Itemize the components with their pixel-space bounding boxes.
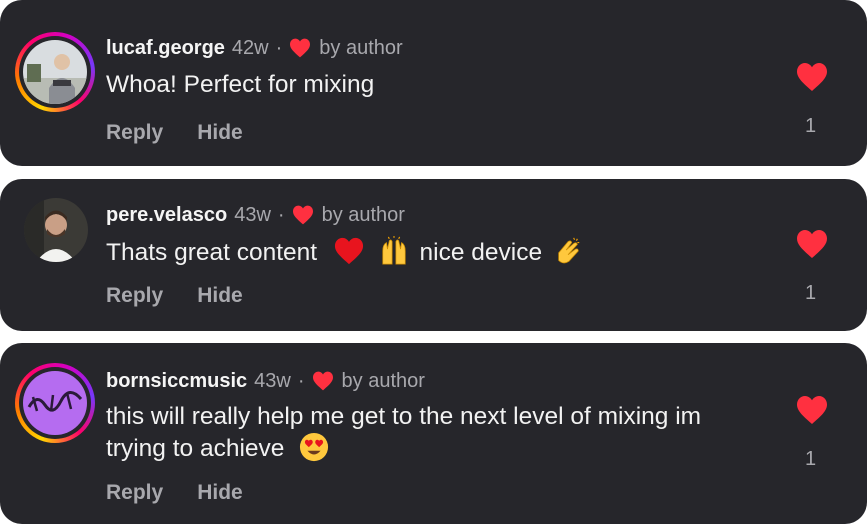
hide-button[interactable]: Hide bbox=[197, 284, 243, 308]
liked-by-author-label: by author bbox=[341, 370, 425, 392]
avatar bbox=[23, 40, 87, 104]
comment-text-part: this will really help me get to the next… bbox=[106, 403, 702, 462]
like-count: 1 bbox=[805, 115, 817, 137]
username[interactable]: lucaf.george bbox=[106, 36, 225, 60]
comment-text-part: nice device bbox=[419, 239, 543, 266]
username[interactable]: pere.velasco bbox=[106, 203, 227, 227]
like-heart-icon[interactable] bbox=[796, 395, 828, 425]
timestamp: 43w bbox=[234, 204, 271, 226]
comment-actions: Reply Hide bbox=[106, 284, 243, 308]
comment-card: bornsiccmusic 43w · by author this will … bbox=[0, 343, 867, 524]
reply-button[interactable]: Reply bbox=[106, 481, 163, 505]
avatar-story-ring[interactable] bbox=[15, 363, 95, 443]
username[interactable]: bornsiccmusic bbox=[106, 369, 247, 393]
separator: · bbox=[297, 370, 305, 392]
reply-button[interactable]: Reply bbox=[106, 284, 163, 308]
red-heart-emoji-icon bbox=[334, 237, 363, 265]
liked-by-author-label: by author bbox=[319, 37, 403, 59]
clapping-hands-emoji-icon bbox=[558, 237, 580, 264]
timestamp: 43w bbox=[254, 370, 291, 392]
reply-button[interactable]: Reply bbox=[106, 121, 163, 145]
comment-meta: pere.velasco 43w · by author bbox=[106, 203, 405, 227]
avatar bbox=[23, 371, 87, 435]
liked-by-author-label: by author bbox=[321, 204, 405, 226]
comment-card: pere.velasco 43w · by author Thats great… bbox=[0, 179, 867, 331]
heart-icon bbox=[290, 38, 311, 58]
comment-text: Thats great content nice device bbox=[106, 236, 786, 268]
avatar[interactable] bbox=[24, 198, 88, 262]
separator: · bbox=[277, 204, 285, 226]
comment-card: lucaf.george 42w · by author Whoa! Perfe… bbox=[0, 0, 867, 166]
comment-text: Whoa! Perfect for mixing bbox=[106, 71, 375, 98]
like-heart-icon[interactable] bbox=[796, 229, 828, 259]
like-heart-icon[interactable] bbox=[796, 62, 828, 92]
comment-meta: lucaf.george 42w · by author bbox=[106, 36, 403, 60]
comment-text: this will really help me get to the next… bbox=[106, 402, 756, 464]
comment-meta: bornsiccmusic 43w · by author bbox=[106, 369, 425, 393]
hide-button[interactable]: Hide bbox=[197, 481, 243, 505]
comment-text-part: Thats great content bbox=[106, 239, 318, 266]
separator: · bbox=[275, 37, 283, 59]
heart-icon bbox=[312, 371, 333, 391]
raising-hands-emoji-icon bbox=[382, 236, 406, 265]
timestamp: 42w bbox=[231, 37, 269, 59]
avatar-story-ring[interactable] bbox=[15, 32, 95, 112]
comment-actions: Reply Hide bbox=[106, 121, 243, 145]
hide-button[interactable]: Hide bbox=[197, 121, 243, 145]
like-count: 1 bbox=[805, 282, 817, 304]
comment-actions: Reply Hide bbox=[106, 481, 243, 505]
like-count: 1 bbox=[805, 448, 817, 470]
heart-icon bbox=[292, 205, 313, 225]
heart-eyes-emoji-icon bbox=[300, 432, 329, 462]
